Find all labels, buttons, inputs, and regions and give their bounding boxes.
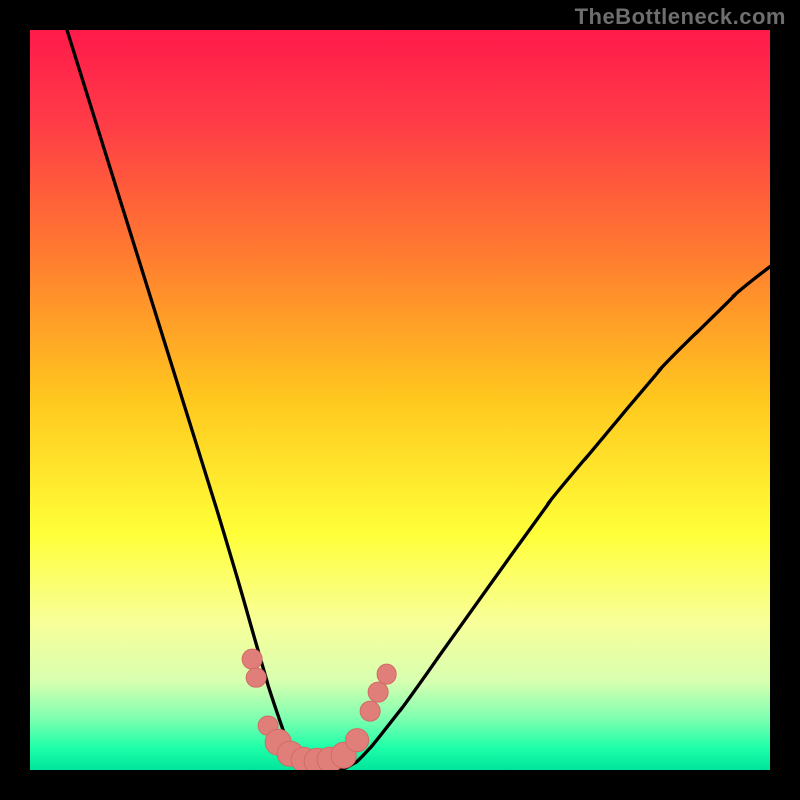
left-upper-1 [242,649,263,670]
right-upper-1 [360,700,381,721]
chart-frame: TheBottleneck.com [0,0,800,800]
right-upper-2 [367,682,388,703]
right-upper-3 [376,663,397,684]
plot-area [30,30,770,770]
watermark-text: TheBottleneck.com [575,4,786,30]
bottleneck-curve [30,30,770,770]
right-lower-1 [345,729,369,753]
left-upper-2 [246,667,267,688]
